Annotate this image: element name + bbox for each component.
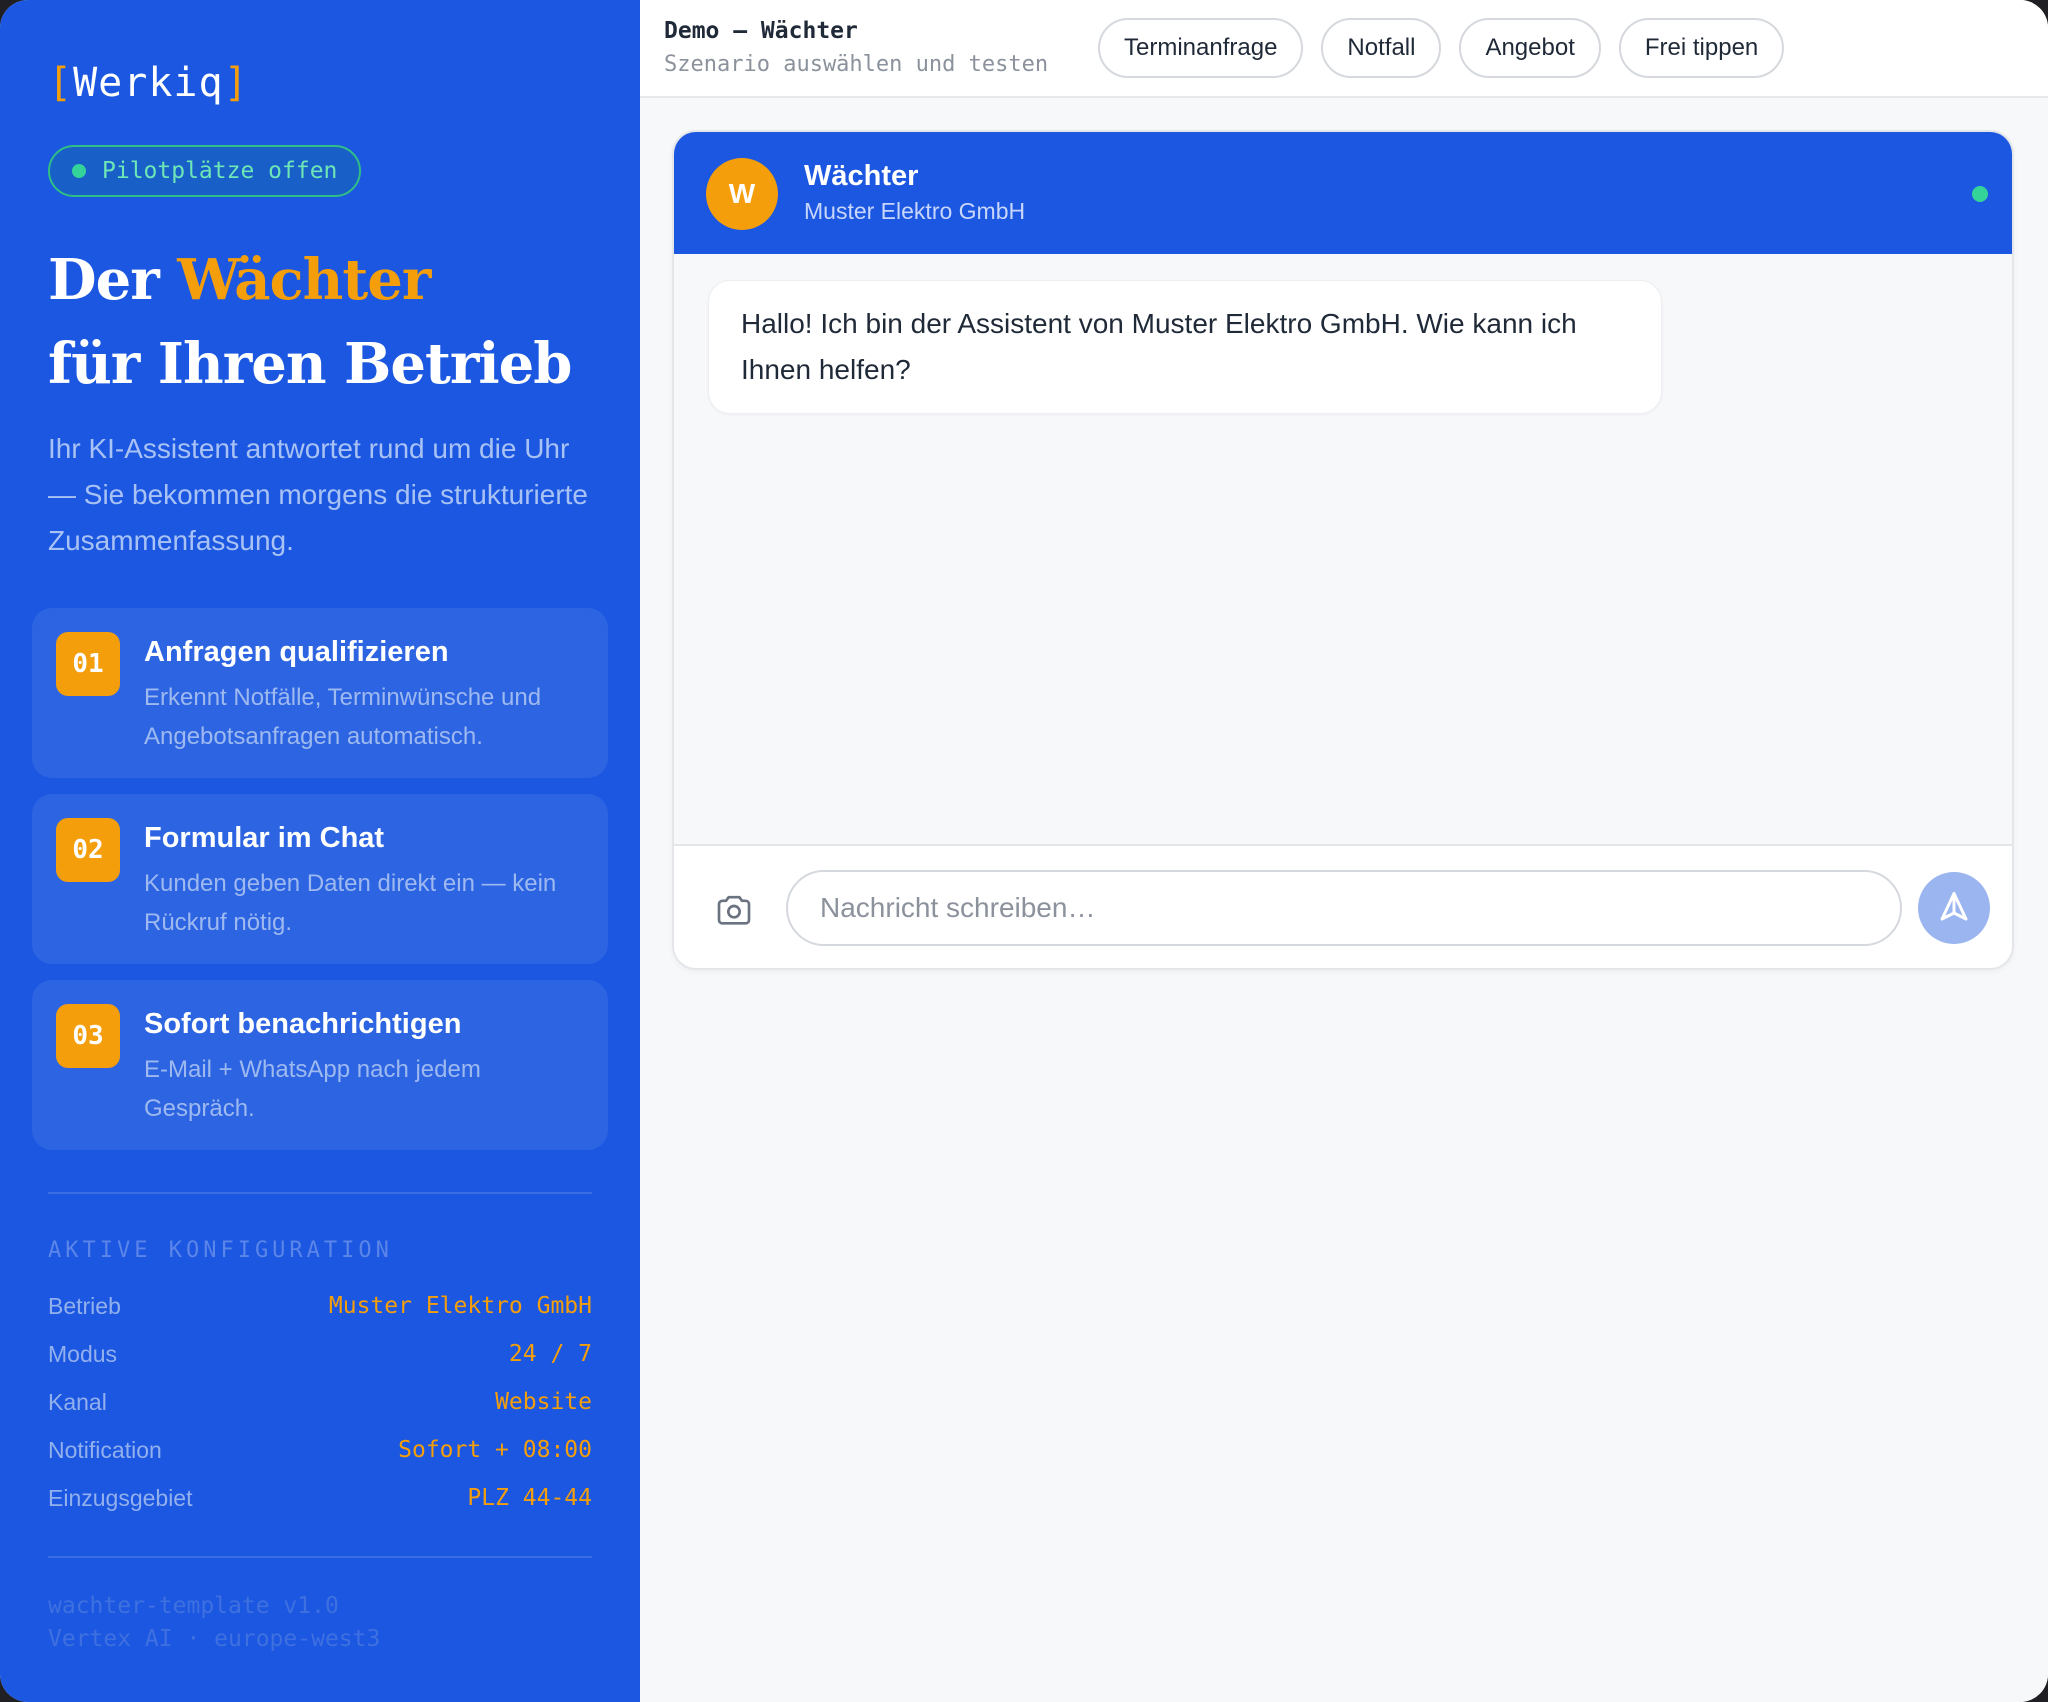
logo-bracket-open: [ <box>48 60 74 106</box>
feature-card: 03 Sofort benachrichtigen E-Mail + Whats… <box>32 980 608 1150</box>
feature-description: Erkennt Notfälle, Terminwünsche und Ange… <box>144 684 542 750</box>
scenario-chip-notfall[interactable]: Notfall <box>1321 18 1442 78</box>
chat-widget: W Wächter Muster Elektro GmbH Hallo! Ich… <box>672 130 2014 970</box>
camera-icon[interactable] <box>714 890 754 930</box>
platform-label: Vertex AI · europe-west3 <box>48 1626 381 1652</box>
config-value: Muster Elektro GmbH <box>328 1293 592 1319</box>
demo-title: Demo — Wächter <box>664 18 858 44</box>
online-status-icon <box>1972 186 1988 202</box>
logo: [Werkiq] <box>48 60 249 106</box>
config-value: PLZ 44-44 <box>467 1485 592 1511</box>
scenario-chip-terminanfrage[interactable]: Terminanfrage <box>1098 18 1304 78</box>
hero-line2: für Ihren Betrieb <box>48 331 572 397</box>
config-row: Einzugsgebiet PLZ 44-44 <box>48 1478 592 1518</box>
intro-text: Ihr KI-Assistent antwortet rund um die U… <box>48 433 588 556</box>
chat-header: W Wächter Muster Elektro GmbH <box>674 132 2012 254</box>
message-input[interactable] <box>786 870 1902 946</box>
config-row: Modus 24 / 7 <box>48 1334 592 1374</box>
config-value: Sofort + 08:00 <box>398 1437 592 1463</box>
topbar: Demo — Wächter Szenario auswählen und te… <box>640 0 2048 98</box>
feature-number: 01 <box>56 632 120 696</box>
sidebar-footer: wachter-template v1.0 Vertex AI · europe… <box>48 1590 380 1656</box>
message-composer <box>674 844 2012 968</box>
hero-headline: Der Wächter für Ihren Betrieb <box>48 238 572 406</box>
feature-title: Anfragen qualifizieren <box>144 636 449 668</box>
feature-card: 01 Anfragen qualifizieren Erkennt Notfäl… <box>32 608 608 778</box>
version-label: wachter-template v1.0 <box>48 1593 339 1619</box>
config-row: Kanal Website <box>48 1382 592 1422</box>
feature-description: Kunden geben Daten direkt ein — kein Rüc… <box>144 870 557 936</box>
config-key: Notification <box>48 1436 162 1463</box>
send-icon <box>1936 889 1972 928</box>
divider <box>48 1556 592 1558</box>
chat-assistant-name: Wächter <box>804 160 919 192</box>
config-key: Modus <box>48 1340 118 1367</box>
config-value: 24 / 7 <box>508 1341 592 1367</box>
scenario-chip-angebot[interactable]: Angebot <box>1459 18 1601 78</box>
logo-text: Werkiq <box>73 60 224 106</box>
feature-number: 03 <box>56 1004 120 1068</box>
feature-description: E-Mail + WhatsApp nach jedem Gespräch. <box>144 1056 481 1122</box>
pilot-badge: Pilotplätze offen <box>48 145 362 197</box>
config-row: Notification Sofort + 08:00 <box>48 1430 592 1470</box>
feature-title: Sofort benachrichtigen <box>144 1008 462 1040</box>
logo-bracket-close: ] <box>223 60 249 106</box>
send-button[interactable] <box>1918 872 1990 944</box>
hero-word: Der <box>48 247 160 313</box>
demo-subtitle: Szenario auswählen und testen <box>664 52 1049 77</box>
sidebar: [Werkiq] Pilotplätze offen Der Wächter f… <box>0 0 640 1702</box>
feature-number: 02 <box>56 818 120 882</box>
pilot-badge-label: Pilotplätze offen <box>102 158 338 184</box>
bot-message: Hallo! Ich bin der Assistent von Muster … <box>708 280 1662 414</box>
scenario-chips: Terminanfrage Notfall Angebot Frei tippe… <box>1098 18 1785 78</box>
divider <box>48 1192 592 1194</box>
chat-company-name: Muster Elektro GmbH <box>804 198 1026 224</box>
main-panel: Demo — Wächter Szenario auswählen und te… <box>640 0 2048 1702</box>
config-heading: AKTIVE KONFIGURATION <box>48 1238 393 1263</box>
config-key: Kanal <box>48 1388 107 1415</box>
hero-accent: Wächter <box>177 247 431 313</box>
feature-card: 02 Formular im Chat Kunden geben Daten d… <box>32 794 608 964</box>
feature-title: Formular im Chat <box>144 822 385 854</box>
config-key: Betrieb <box>48 1292 121 1319</box>
avatar: W <box>706 158 778 230</box>
config-key: Einzugsgebiet <box>48 1484 193 1511</box>
status-dot-icon <box>72 164 86 178</box>
config-value: Website <box>495 1389 592 1415</box>
app-window: [Werkiq] Pilotplätze offen Der Wächter f… <box>0 0 2048 1702</box>
scenario-chip-frei-tippen[interactable]: Frei tippen <box>1618 18 1785 78</box>
config-row: Betrieb Muster Elektro GmbH <box>48 1286 592 1326</box>
